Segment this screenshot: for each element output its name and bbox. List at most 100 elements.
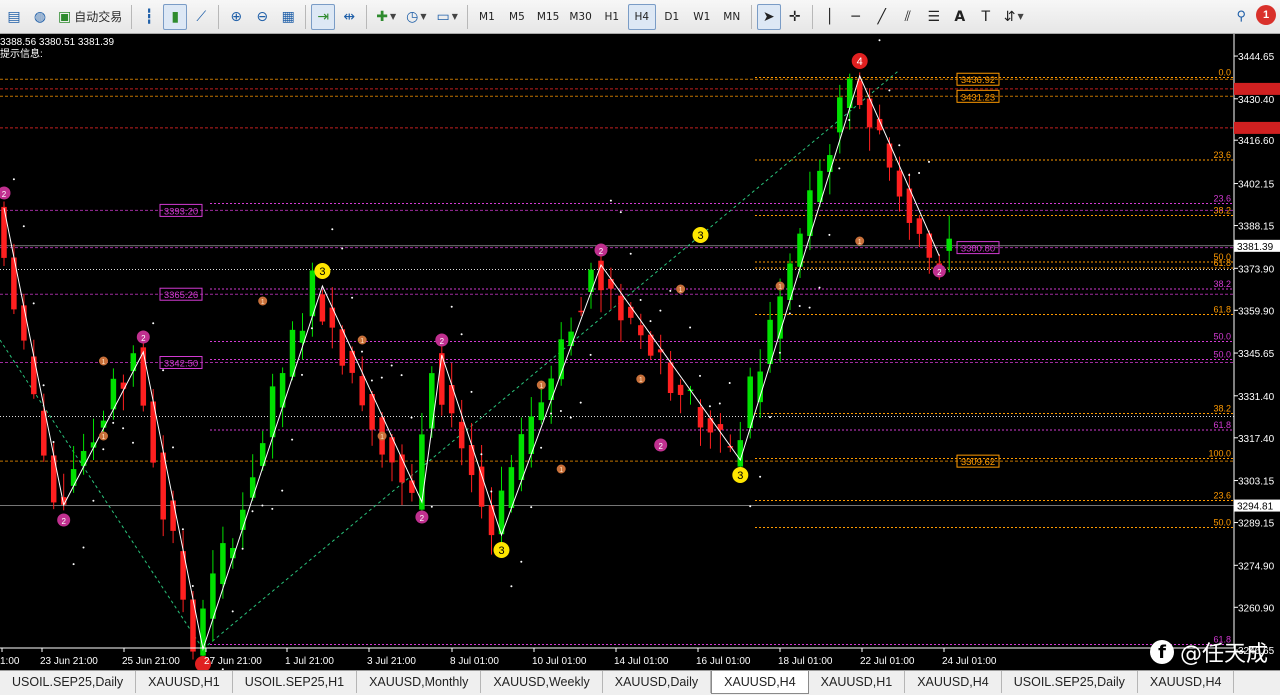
periods-button[interactable]: ◷ ▼ (402, 4, 430, 30)
wave-minor-label: 1 (360, 338, 364, 345)
sar-dot (838, 167, 841, 170)
timeframe-m1[interactable]: M1 (473, 4, 501, 30)
price-axis-label: 3402.15 (1238, 180, 1275, 191)
auto-trading-button[interactable]: ▣ 自动交易 (54, 4, 126, 30)
toolbar-separator (305, 4, 307, 29)
bear-candle (628, 306, 634, 318)
auto-trade-label: 自动交易 (74, 10, 123, 24)
label-tool[interactable]: T (974, 4, 998, 30)
line-chart-button[interactable]: ⟋ (189, 4, 213, 30)
trend-channel-line (0, 339, 204, 650)
bear-candle (896, 170, 903, 197)
crosshair-tool[interactable]: ✛ (783, 4, 807, 30)
timeframe-d1[interactable]: D1 (658, 4, 686, 30)
hint-label: 提示信息: (0, 49, 43, 60)
text-tool[interactable]: A (948, 4, 972, 30)
fib-level-label: 23.6 (1213, 491, 1231, 501)
chart-window[interactable]: 0.0 23.6 23.6 38.2 50.0 61.8 38.2 61.8 50.0 50.0 3… (0, 34, 1280, 670)
timeframe-mn[interactable]: MN (718, 4, 746, 30)
bear-candle (339, 329, 346, 366)
bull-candle (429, 373, 435, 429)
price-axis-label: 3317.40 (1238, 434, 1275, 445)
price-tag (1234, 121, 1280, 134)
zoom-in-button[interactable]: ⊕ (224, 4, 248, 30)
price-box-label: 3431.23 (961, 92, 995, 103)
time-axis-label: 8 Jul 01:00 (450, 656, 499, 667)
sar-dot (460, 333, 463, 336)
sar-dot (380, 376, 383, 379)
time-axis-label: 16 Jul 01:00 (696, 656, 751, 667)
chart-shift-button[interactable]: ⇹ (337, 4, 361, 30)
sar-dot (351, 296, 354, 299)
toolbar-separator (466, 4, 468, 29)
chart-tab[interactable]: XAUUSD,H1 (809, 671, 906, 693)
sar-dot (32, 302, 35, 305)
chart-tab[interactable]: XAUUSD,H4 (711, 671, 809, 694)
arrows-tool[interactable]: ⇵ ▼ (1000, 4, 1028, 30)
indicators-button[interactable]: ✚ ▼ (372, 4, 400, 30)
sar-dot (898, 144, 901, 147)
sar-dot (72, 563, 75, 566)
tile-windows-button[interactable]: ▦ (276, 4, 300, 30)
chart-tab[interactable]: USOIL.SEP25,Daily (0, 671, 137, 693)
vertical-line-tool[interactable]: │ (818, 4, 842, 30)
trendline-tool[interactable]: ╱ (870, 4, 894, 30)
chart-tab[interactable]: XAUUSD,Monthly (357, 671, 482, 693)
sar-dot (430, 505, 433, 508)
chevron-down-icon: ▼ (451, 12, 458, 21)
sar-dot (569, 416, 572, 419)
bull-candle (70, 469, 77, 486)
fibonacci-tool[interactable]: ☰ (922, 4, 946, 30)
sar-dot (848, 119, 851, 122)
chart-tab[interactable]: XAUUSD,H1 (136, 671, 233, 693)
chart-tab[interactable]: USOIL.SEP25,Daily (1002, 671, 1138, 693)
templates-button[interactable]: ▭ ▼ (433, 4, 462, 30)
line-chart-icon: ⟋ (196, 8, 207, 25)
sar-dot (530, 506, 533, 509)
chart-shift-icon: ⇹ (343, 8, 356, 25)
price-box-label: 3309.62 (961, 457, 995, 468)
search-icon[interactable]: ⚲ (1236, 8, 1246, 24)
horizontal-line-tool[interactable]: ─ (844, 4, 868, 30)
chart-tab[interactable]: XAUUSD,H4 (1138, 671, 1235, 693)
sar-dot (769, 416, 771, 419)
zoom-out-button[interactable]: ⊖ (250, 4, 274, 30)
auto-scroll-button[interactable]: ⇥ (311, 3, 336, 30)
bull-candle (538, 402, 545, 421)
sar-dot (261, 504, 264, 507)
market-watch-button[interactable]: ◍ (28, 4, 52, 30)
chart-tab[interactable]: USOIL.SEP25,H1 (233, 671, 358, 693)
price-chart[interactable]: 0.0 23.6 23.6 38.2 50.0 61.8 38.2 61.8 50.0 50.0 3… (0, 34, 1280, 670)
bear-candle (578, 310, 584, 313)
channel-tool[interactable]: ⫽ (896, 4, 920, 30)
timeframe-h4[interactable]: H4 (627, 3, 656, 30)
time-axis-label: 24 Jul 01:00 (942, 656, 997, 667)
sar-dot (540, 446, 543, 449)
new-chart-button[interactable]: ▤ (2, 4, 26, 30)
price-axis-label: 3388.15 (1238, 222, 1275, 233)
candlestick-button[interactable]: ▮ (163, 3, 188, 30)
notification-badge[interactable]: 1 (1256, 5, 1276, 25)
bear-candle (638, 325, 644, 336)
chart-tab[interactable]: XAUUSD,H4 (905, 671, 1002, 693)
chart-tab[interactable]: XAUUSD,Daily (603, 671, 712, 693)
cursor-tool[interactable]: ➤ (756, 3, 781, 30)
timeframe-w1[interactable]: W1 (688, 4, 716, 30)
timeframe-m15[interactable]: M15 (533, 4, 563, 30)
bear-candle (458, 421, 465, 449)
bull-candle (588, 269, 594, 292)
sar-dot (450, 305, 453, 308)
bar-chart-button[interactable]: ┇ (137, 4, 161, 30)
timeframe-m30[interactable]: M30 (565, 4, 595, 30)
timeframe-h1[interactable]: H1 (598, 4, 626, 30)
sar-dot (699, 374, 701, 377)
chart-tab[interactable]: XAUUSD,Weekly (481, 671, 603, 693)
sar-dot (718, 402, 721, 405)
sar-dot (470, 390, 473, 393)
price-axis-label: 3359.90 (1238, 306, 1275, 317)
sar-dot (291, 438, 294, 441)
timeframe-m5[interactable]: M5 (503, 4, 531, 30)
vertical-line-icon: │ (825, 8, 834, 25)
sar-dot (659, 309, 662, 312)
price-box-label: 3436.92 (961, 75, 995, 86)
